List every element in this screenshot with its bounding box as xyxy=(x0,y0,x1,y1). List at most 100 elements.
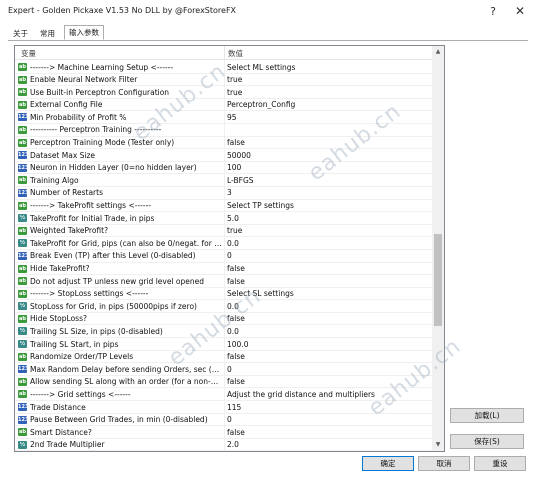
row-variable: Hide StopLoss? xyxy=(30,314,87,324)
row-value[interactable]: 0 xyxy=(227,365,427,374)
double-type-icon: ½ xyxy=(18,302,27,311)
string-type-icon: ab xyxy=(18,176,27,185)
row-value[interactable]: true xyxy=(227,88,427,97)
row-value[interactable]: false xyxy=(227,138,427,147)
tab-inputs[interactable]: 输入参数 xyxy=(64,25,104,40)
string-type-icon: ab xyxy=(18,100,27,109)
string-type-icon: ab xyxy=(18,88,27,97)
row-value[interactable]: 5.0 xyxy=(227,214,427,223)
row-variable: Max Random Delay before sending Orders, … xyxy=(30,364,222,374)
row-variable: Break Even (TP) after this Level (0-disa… xyxy=(30,251,196,261)
row-value[interactable]: 0 xyxy=(227,251,427,260)
reset-button[interactable]: 重设 xyxy=(474,456,526,471)
row-value[interactable]: true xyxy=(227,226,427,235)
string-type-icon: ab xyxy=(18,226,27,235)
row-value[interactable]: 100.0 xyxy=(227,340,427,349)
table-row[interactable]: ½ TakeProfit for Initial Trade, in pips 5.… xyxy=(15,212,433,225)
row-variable: Trade Distance xyxy=(30,402,86,412)
table-row[interactable]: ab Randomize Order/TP Levels false xyxy=(15,351,433,364)
tab-about[interactable]: 关于 xyxy=(8,26,33,40)
ok-button[interactable]: 确定 xyxy=(362,456,414,471)
table-row[interactable]: 123 Dataset Max Size 50000 xyxy=(15,149,433,162)
row-variable: ---------- Perceptron Training ---------… xyxy=(30,125,162,135)
table-row[interactable]: 123 Neuron in Hidden Layer (0=no hidden l… xyxy=(15,162,433,175)
double-type-icon: ½ xyxy=(18,440,27,449)
integer-type-icon: 123 xyxy=(18,163,29,172)
table-row[interactable]: 123 Number of Restarts 3 xyxy=(15,187,433,200)
column-header-value[interactable]: 数值 xyxy=(228,48,243,59)
close-icon[interactable]: ✕ xyxy=(509,3,531,20)
scroll-up-icon[interactable]: ▲ xyxy=(432,46,444,58)
table-row[interactable]: ab -------> TakeProfit settings <------ Se… xyxy=(15,200,433,213)
row-value[interactable]: false xyxy=(227,352,427,361)
row-variable: Smart Distance? xyxy=(30,427,92,437)
integer-type-icon: 123 xyxy=(18,365,29,374)
string-type-icon: ab xyxy=(18,428,27,437)
row-variable: Do not adjust TP unless new grid level o… xyxy=(30,276,205,286)
table-row[interactable]: ½ 2nd Trade Multiplier 2.0 xyxy=(15,439,433,451)
table-row[interactable]: 123 Pause Between Grid Trades, in min (0-… xyxy=(15,414,433,427)
integer-type-icon: 123 xyxy=(18,151,29,160)
tab-common[interactable]: 常用 xyxy=(35,26,60,40)
double-type-icon: ½ xyxy=(18,214,27,223)
cancel-button[interactable]: 取消 xyxy=(418,456,470,471)
table-row[interactable]: ab Smart Distance? false xyxy=(15,426,433,439)
row-variable: Weighted TakeProfit? xyxy=(30,226,109,236)
scroll-down-icon[interactable]: ▼ xyxy=(432,439,444,451)
table-row[interactable]: ab Use Built-in Perceptron Configuration t… xyxy=(15,86,433,99)
row-value[interactable]: false xyxy=(227,314,427,323)
table-row[interactable]: ab Allow sending SL along with an order (… xyxy=(15,376,433,389)
row-value[interactable]: true xyxy=(227,75,427,84)
column-header-variable[interactable]: 变量 xyxy=(21,48,36,59)
row-value[interactable]: 0 xyxy=(227,415,427,424)
integer-type-icon: 123 xyxy=(18,415,29,424)
row-value[interactable]: 3 xyxy=(227,188,427,197)
table-row[interactable]: ab Training Algo L-BFGS xyxy=(15,174,433,187)
row-variable: Neuron in Hidden Layer (0=no hidden laye… xyxy=(30,163,197,173)
scrollbar-thumb[interactable] xyxy=(434,234,442,326)
table-row[interactable]: ½ Trailing SL Start, in pips 100.0 xyxy=(15,338,433,351)
row-value[interactable]: 2.0 xyxy=(227,440,427,449)
row-value[interactable]: false xyxy=(227,277,427,286)
table-row[interactable]: ab Do not adjust TP unless new grid level… xyxy=(15,275,433,288)
table-row[interactable]: 123 Max Random Delay before sending Order… xyxy=(15,363,433,376)
row-variable: Training Algo xyxy=(30,175,79,185)
row-value[interactable]: 0.0 xyxy=(227,327,427,336)
header-separator[interactable] xyxy=(224,46,225,60)
save-button[interactable]: 保存(S) xyxy=(450,434,524,449)
string-type-icon: ab xyxy=(18,75,27,84)
string-type-icon: ab xyxy=(18,277,27,286)
integer-type-icon: 123 xyxy=(18,403,29,412)
table-row[interactable]: 123 Break Even (TP) after this Level (0-d… xyxy=(15,250,433,263)
help-icon[interactable]: ? xyxy=(482,3,504,20)
row-value[interactable]: false xyxy=(227,264,427,273)
row-value[interactable]: 0.0 xyxy=(227,239,427,248)
grid-header: 变量 数值 xyxy=(15,46,433,60)
row-variable: TakeProfit for Initial Trade, in pips xyxy=(30,213,155,223)
string-type-icon: ab xyxy=(18,63,27,71)
string-type-icon: ab xyxy=(18,138,27,147)
row-variable: Hide TakeProfit? xyxy=(30,264,90,273)
string-type-icon: ab xyxy=(18,390,27,399)
table-row[interactable]: ab Weighted TakeProfit? true xyxy=(15,225,433,238)
string-type-icon: ab xyxy=(18,201,27,210)
title-bar: Expert - Golden Pickaxe V1.53 No DLL by … xyxy=(0,0,537,24)
row-value[interactable]: false xyxy=(227,428,427,437)
row-variable: Min Probability of Profit % xyxy=(30,112,127,122)
string-type-icon: ab xyxy=(18,264,27,273)
row-variable: Number of Restarts xyxy=(30,188,103,198)
load-button[interactable]: 加载(L) xyxy=(450,408,524,423)
row-variable: -------> TakeProfit settings <------ xyxy=(30,201,151,211)
table-row[interactable]: ab External Config File Perceptron_Config xyxy=(15,99,433,112)
tab-divider xyxy=(8,40,528,41)
row-variable: StopLoss for Grid, in pips (50000pips if… xyxy=(30,301,197,311)
row-value[interactable]: Select TP settings xyxy=(227,201,427,210)
row-value[interactable]: Select ML settings xyxy=(227,63,427,72)
table-row[interactable]: ab Hide TakeProfit? false xyxy=(15,263,433,276)
string-type-icon: ab xyxy=(18,377,27,386)
vertical-scrollbar[interactable]: ▲ ▼ xyxy=(432,46,444,451)
integer-type-icon: 123 xyxy=(18,188,29,197)
table-row[interactable]: ½ TakeProfit for Grid, pips (can also be … xyxy=(15,237,433,250)
table-row[interactable]: ab -------> StopLoss settings <------ Sele… xyxy=(15,288,433,301)
integer-type-icon: 123 xyxy=(18,251,29,260)
